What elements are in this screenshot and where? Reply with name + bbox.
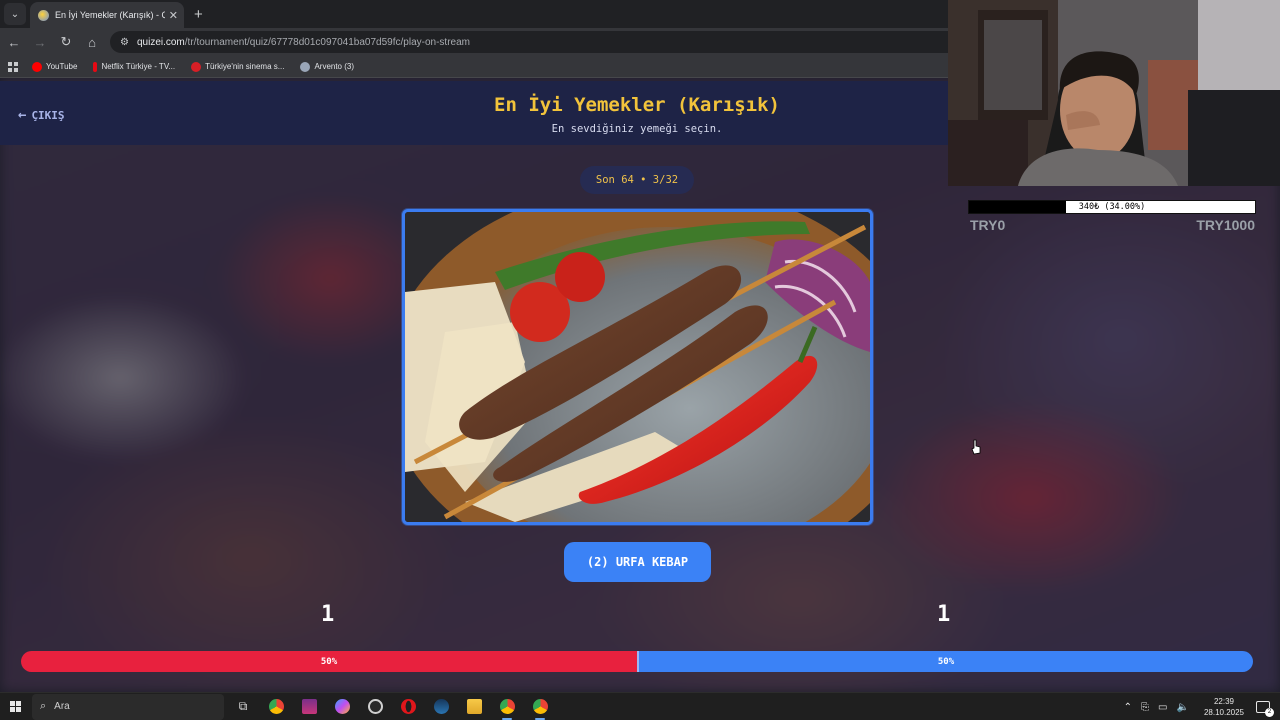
tab-search-button[interactable]: ⌄ [4, 3, 26, 25]
steam-icon[interactable] [427, 693, 455, 720]
vote-bar-right: 50% [637, 651, 1253, 672]
bookmark-arvento[interactable]: Arvento (3) [300, 61, 354, 72]
taskbar-search[interactable]: ⌕ Ara [32, 693, 224, 720]
notification-center-icon[interactable]: 2 [1256, 701, 1274, 717]
speaker-icon[interactable]: 🔈 [1177, 702, 1189, 713]
vote-bar-left: 50% [21, 651, 637, 672]
back-arrow-icon[interactable]: ← [2, 35, 26, 50]
mouse-pointer-icon [971, 439, 981, 455]
network-icon[interactable]: ⎘ [1141, 702, 1149, 713]
tab-close-icon[interactable]: ✕ [169, 9, 178, 22]
bookmark-cinema[interactable]: Türkiye'nin sinema s... [191, 61, 284, 72]
clock-time: 22:39 [1213, 697, 1234, 706]
round-indicator: Son 64 • 3/32 [580, 166, 694, 194]
quizei-favicon-icon [38, 9, 49, 21]
start-button[interactable] [0, 693, 30, 720]
forward-arrow-icon[interactable]: → [28, 35, 52, 50]
food-image-card[interactable] [402, 209, 873, 525]
donation-min-label: TRY0 [970, 217, 1006, 233]
chrome-icon[interactable] [262, 693, 290, 720]
quiz-header: ← ÇIKIŞ En İyi Yemekler (Karışık) En sev… [0, 81, 948, 145]
url-domain: quizei.com [136, 36, 185, 48]
clock-app-icon[interactable] [361, 693, 389, 720]
browser-toolbar: ← → ↻ ⌂ ⚙ quizei.com/tr/tournament/quiz/… [0, 28, 948, 56]
vote-count-left: 1 [321, 602, 335, 627]
arvento-icon [300, 61, 311, 72]
browser-tab-active[interactable]: En İyi Yemekler (Karışık) - Quize ✕ [30, 2, 184, 28]
taskbar-clock[interactable]: 22:39 28.10.2025 [1204, 696, 1244, 718]
windows-taskbar: ⌕ Ara ⧉ ⌃ ⎘ ▭ 🔈 22:39 28.10.2025 2 [0, 692, 1280, 720]
chevron-up-icon[interactable]: ⌃ [1124, 702, 1132, 713]
system-tray: ⌃ ⎘ ▭ 🔈 22:39 28.10.2025 2 [1124, 693, 1280, 720]
urfa-kebab-photo [405, 212, 870, 522]
site-settings-icon[interactable]: ⚙ [120, 37, 129, 48]
netflix-icon [93, 61, 98, 72]
vote-split-bar: 50% 50% [21, 651, 1253, 672]
choice-button[interactable]: (2) URFA KEBAP [564, 542, 711, 582]
copilot-icon[interactable] [328, 693, 356, 720]
bookmark-netflix[interactable]: Netflix Türkiye - TV... [93, 61, 175, 72]
chrome-active-icon[interactable] [526, 693, 554, 720]
winrar-icon[interactable] [295, 693, 323, 720]
clock-date: 28.10.2025 [1203, 708, 1244, 717]
streamer-webcam [948, 0, 1280, 186]
donation-max-label: TRY1000 [1196, 217, 1255, 233]
youtube-icon [32, 61, 42, 72]
search-icon: ⌕ [40, 700, 47, 712]
chrome-profile-icon[interactable] [493, 693, 521, 720]
home-icon[interactable]: ⌂ [80, 35, 104, 50]
tab-title: En İyi Yemekler (Karışık) - Quize [55, 10, 165, 20]
notification-count: 2 [1265, 708, 1274, 717]
donation-progress-label: 340₺ (34.00%) [1078, 202, 1146, 212]
task-view-icon[interactable]: ⧉ [229, 693, 257, 720]
cinema-site-icon [191, 61, 202, 72]
vote-count-right: 1 [937, 602, 951, 627]
opera-icon[interactable] [394, 693, 422, 720]
windows-logo-icon [9, 701, 21, 712]
apps-grid-icon[interactable] [8, 61, 18, 72]
bookmark-youtube[interactable]: YouTube [32, 61, 77, 72]
address-bar[interactable]: ⚙ quizei.com/tr/tournament/quiz/67778d01… [110, 31, 948, 53]
new-tab-button[interactable]: + [194, 6, 203, 23]
browser-tab-strip: ⌄ En İyi Yemekler (Karışık) - Quize ✕ + [0, 0, 948, 28]
bookmarks-bar: YouTube Netflix Türkiye - TV... Türkiye'… [0, 56, 948, 78]
donation-goal-bar: 340₺ (34.00%) [968, 200, 1256, 214]
search-placeholder: Ara [54, 701, 70, 712]
file-explorer-icon[interactable] [460, 693, 488, 720]
display-icon[interactable]: ▭ [1158, 702, 1167, 713]
reload-icon[interactable]: ↻ [54, 34, 78, 50]
url-path: /tr/tournament/quiz/67778d01c097041ba07d… [184, 36, 470, 48]
